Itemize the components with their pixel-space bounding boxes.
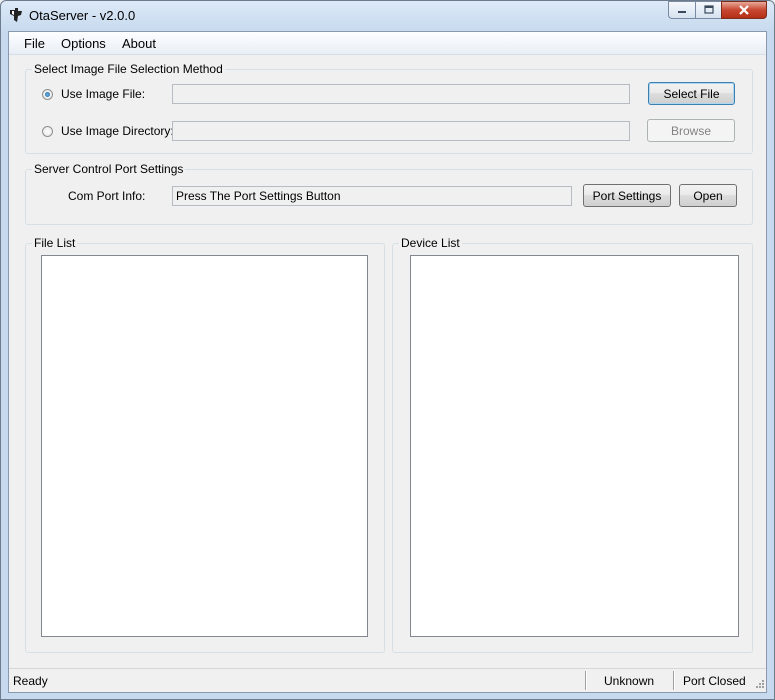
close-icon	[739, 5, 749, 15]
port-settings-group-label: Server Control Port Settings	[32, 162, 186, 176]
open-port-button[interactable]: Open	[679, 184, 737, 207]
select-file-button[interactable]: Select File	[648, 82, 735, 105]
device-list-box[interactable]	[410, 255, 739, 637]
status-port: Port Closed	[683, 674, 746, 688]
use-image-directory-label: Use Image Directory:	[61, 124, 174, 138]
status-separator	[585, 671, 587, 690]
maximize-button[interactable]	[695, 1, 721, 19]
image-selection-group: Select Image File Selection Method	[25, 62, 753, 154]
ti-logo-icon	[10, 8, 22, 22]
main-window: OtaServer - v2.0.0 File Options About Se…	[0, 0, 775, 700]
client-area: File Options About Select Image File Sel…	[8, 31, 767, 693]
status-bar: Ready Unknown Port Closed	[9, 668, 766, 692]
image-file-path-field[interactable]	[172, 84, 630, 104]
com-port-info-label: Com Port Info:	[68, 189, 146, 203]
resize-grip-icon[interactable]	[753, 679, 765, 691]
status-separator	[673, 671, 675, 690]
menu-bar: File Options About	[9, 32, 766, 55]
caption-buttons	[668, 1, 767, 21]
minimize-icon	[678, 11, 686, 13]
file-list-box[interactable]	[41, 255, 368, 637]
radio-selected-dot	[45, 92, 50, 97]
device-list-label: Device List	[399, 236, 462, 250]
maximize-icon	[703, 5, 714, 14]
menu-file[interactable]: File	[24, 36, 45, 51]
status-ready: Ready	[13, 674, 48, 688]
use-image-file-radio[interactable]	[42, 89, 53, 100]
minimize-button[interactable]	[668, 1, 695, 19]
use-image-directory-radio[interactable]	[42, 126, 53, 137]
file-list-label: File List	[32, 236, 78, 250]
image-selection-group-label: Select Image File Selection Method	[32, 62, 225, 76]
window-title: OtaServer - v2.0.0	[29, 8, 136, 23]
menu-options[interactable]: Options	[61, 36, 106, 51]
image-directory-path-field[interactable]	[172, 121, 630, 141]
com-port-info-field: Press The Port Settings Button	[172, 186, 572, 206]
title-bar[interactable]: OtaServer - v2.0.0	[1, 1, 774, 31]
menu-about[interactable]: About	[122, 36, 156, 51]
use-image-file-label: Use Image File:	[61, 87, 146, 101]
status-unknown: Unknown	[604, 674, 655, 688]
close-button[interactable]	[721, 1, 767, 19]
browse-button[interactable]: Browse	[647, 119, 735, 142]
port-settings-button[interactable]: Port Settings	[583, 184, 671, 207]
